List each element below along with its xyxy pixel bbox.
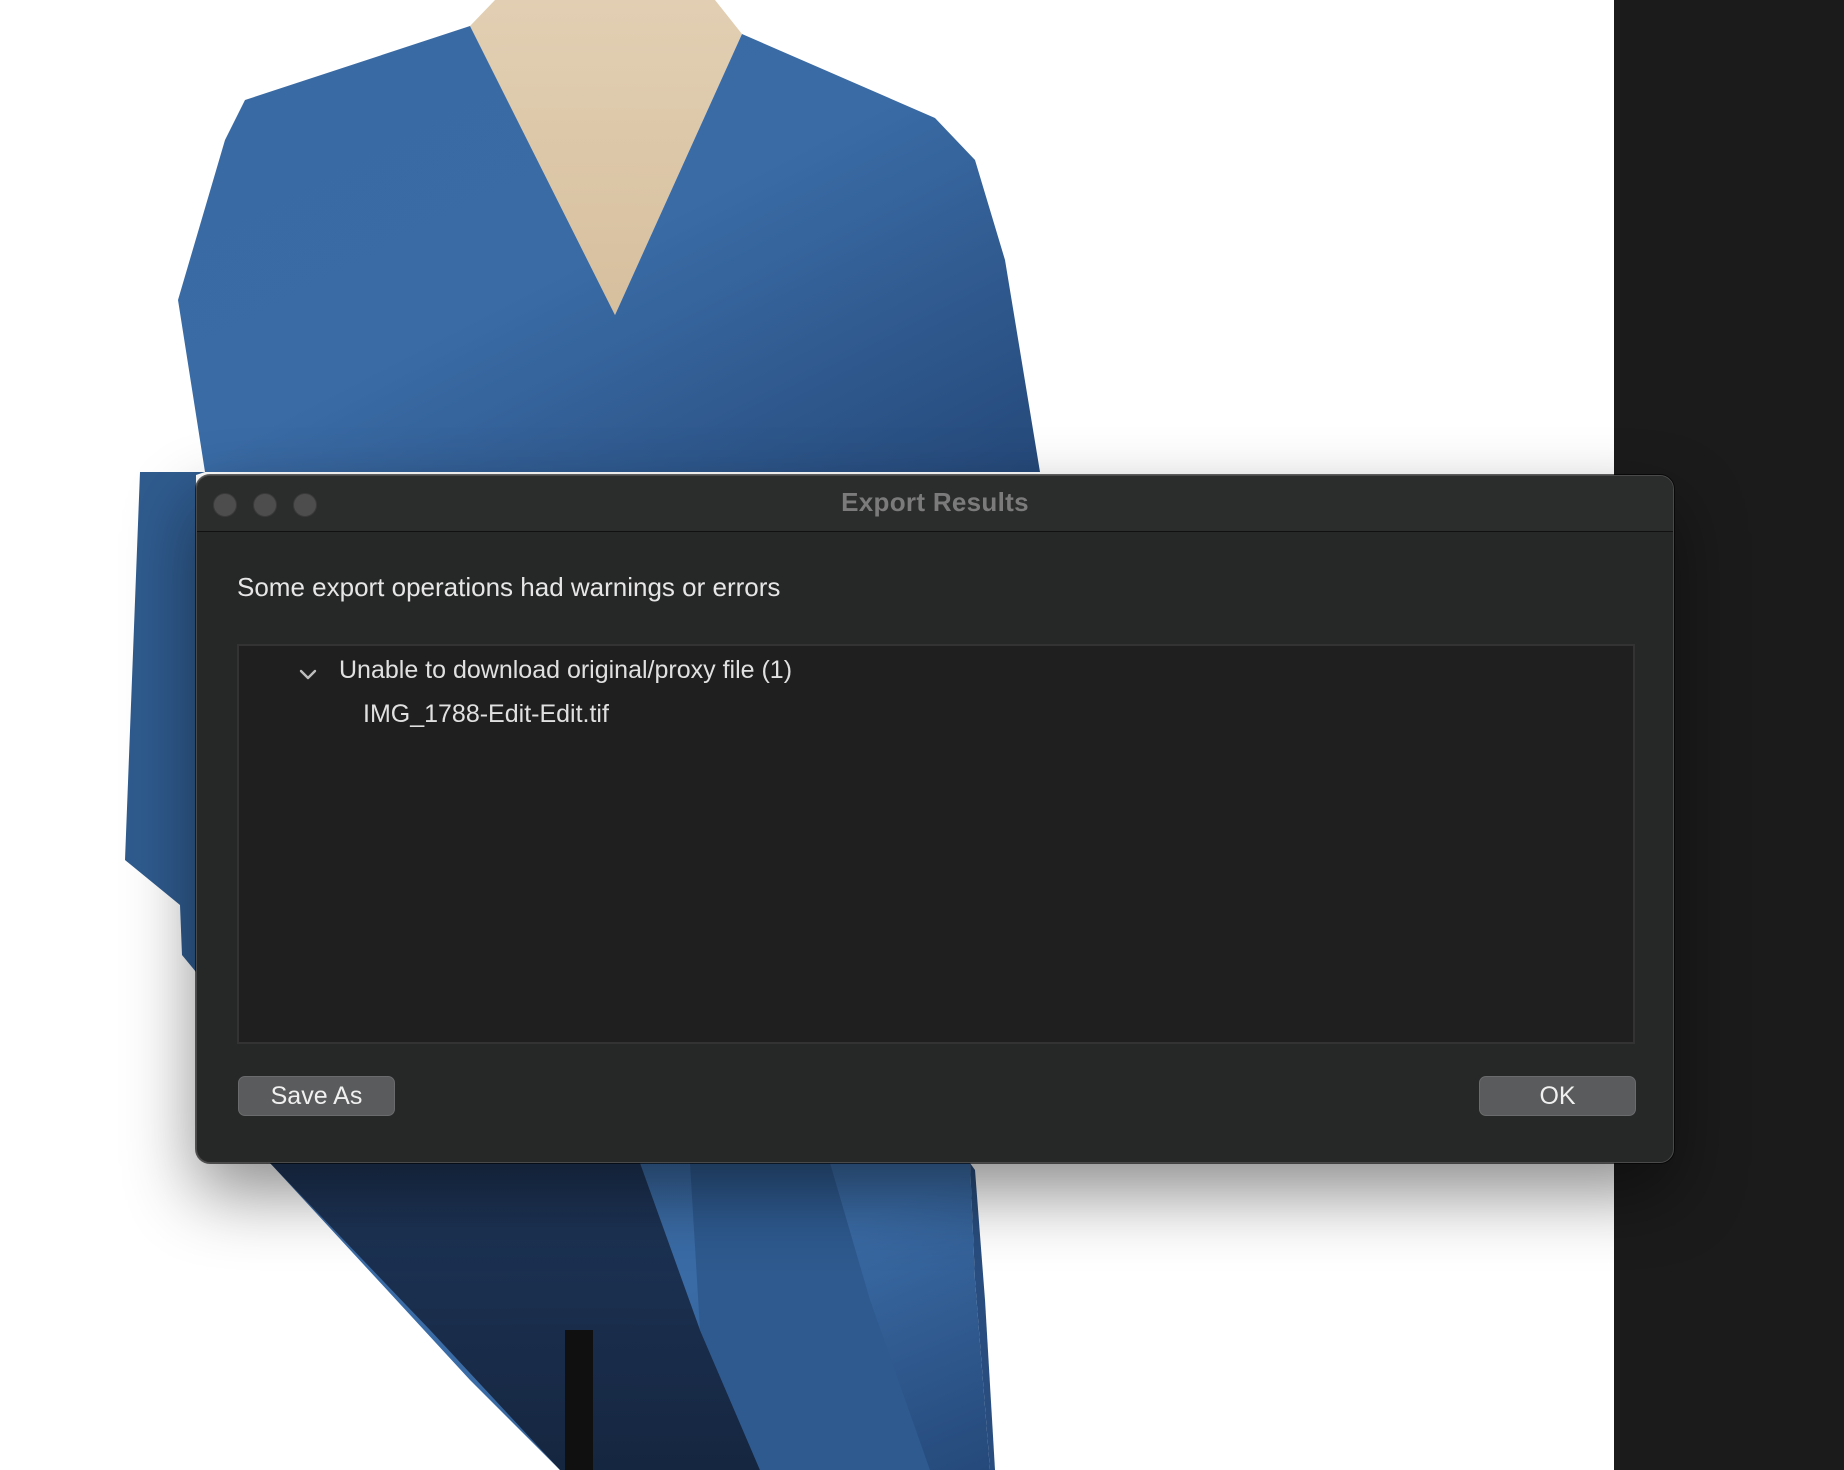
dialog-titlebar: Export Results: [197, 476, 1673, 532]
result-group-row[interactable]: Unable to download original/proxy file (…: [295, 652, 792, 688]
results-list[interactable]: Unable to download original/proxy file (…: [237, 644, 1635, 1044]
dialog-message: Some export operations had warnings or e…: [237, 572, 781, 602]
screen: Export Results Some export operations ha…: [0, 0, 1844, 1470]
dialog-title: Export Results: [841, 487, 1029, 517]
save-as-button[interactable]: Save As: [238, 1076, 395, 1116]
chevron-down-icon[interactable]: [295, 662, 321, 688]
result-file-item[interactable]: IMG_1788-Edit-Edit.tif: [363, 700, 609, 729]
export-results-dialog: Export Results Some export operations ha…: [196, 475, 1674, 1163]
ok-button[interactable]: OK: [1479, 1076, 1636, 1116]
result-group-label: Unable to download original/proxy file (…: [339, 655, 793, 684]
